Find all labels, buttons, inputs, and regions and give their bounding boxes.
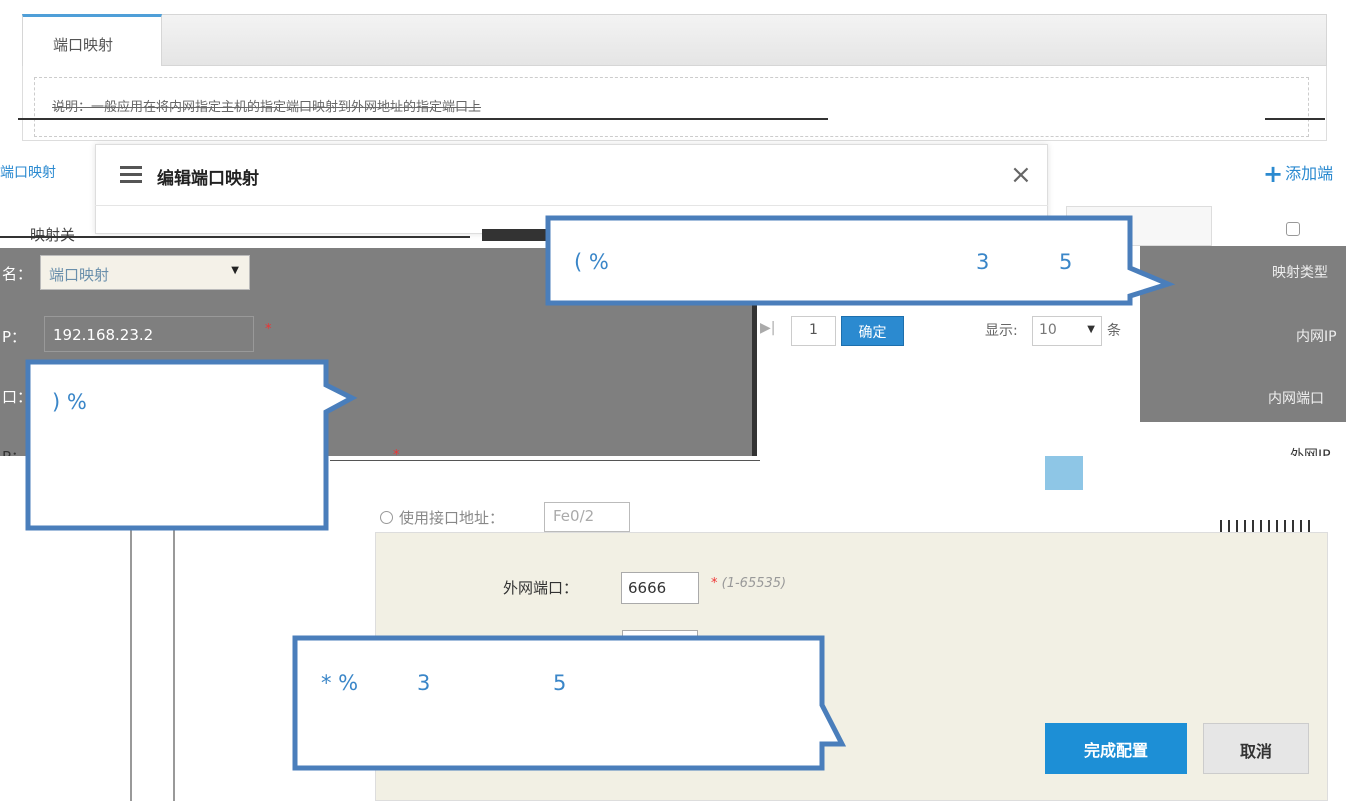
page-size-value: 10 bbox=[1039, 322, 1057, 338]
add-button[interactable]: + 添加端 bbox=[1263, 160, 1333, 188]
tab-label: 端口映射 bbox=[53, 36, 114, 54]
divider-line bbox=[173, 520, 175, 801]
callout-1-num: 3 bbox=[976, 250, 990, 274]
hamburger-icon bbox=[120, 166, 142, 184]
table-header-cell bbox=[1066, 206, 1212, 246]
internal-ip-input[interactable]: 192.168.23.2 bbox=[44, 316, 254, 352]
callout-3-num: 5 bbox=[553, 671, 567, 695]
divider-line bbox=[130, 520, 132, 801]
port-label: 口： bbox=[2, 388, 33, 406]
glitch-line bbox=[1265, 118, 1325, 120]
callout-3-num: 3 bbox=[417, 671, 431, 695]
right-label: 内网IP bbox=[1296, 329, 1337, 345]
glitch-line bbox=[18, 118, 828, 120]
ext-port-label: 外网端口： bbox=[503, 579, 579, 597]
tab-strip bbox=[22, 14, 1327, 66]
show-unit: 条 bbox=[1107, 323, 1121, 339]
required-mark: * bbox=[265, 322, 272, 337]
select-all-checkbox[interactable] bbox=[1286, 222, 1300, 236]
last-page-icon[interactable]: ▶| bbox=[760, 320, 775, 336]
glitch-block bbox=[1045, 456, 1083, 490]
note-text: 说明：一般应用在将内网指定主机的指定端口映射到外网地址的指定端口上 bbox=[52, 100, 482, 115]
radio-icon bbox=[380, 511, 393, 524]
dropdown-arrow-icon: ▼ bbox=[1087, 324, 1095, 335]
callout-1-num: 5 bbox=[1059, 250, 1073, 274]
use-interface-radio[interactable]: 使用接口地址： bbox=[380, 507, 504, 528]
dropdown-arrow-icon: ▼ bbox=[231, 265, 239, 276]
required-mark: * bbox=[393, 448, 400, 463]
range-hint: (1-65535) bbox=[721, 576, 787, 591]
interface-value: Fe0/2 bbox=[553, 507, 595, 525]
interface-select[interactable]: Fe0/2 bbox=[544, 502, 630, 532]
close-icon[interactable]: × bbox=[1010, 160, 1032, 190]
secondary-input[interactable] bbox=[622, 630, 698, 662]
glitch-line bbox=[0, 236, 470, 238]
table-header-fragment: 映射关 bbox=[30, 226, 76, 244]
tab-port-mapping[interactable]: 端口映射 bbox=[22, 14, 162, 67]
ext-port-hint: * (1-65535) bbox=[711, 576, 786, 591]
callout-1-text: ( % bbox=[574, 250, 609, 274]
page-number-input[interactable]: 1 bbox=[791, 316, 836, 346]
list-title: 端口映射 bbox=[0, 165, 56, 181]
cancel-button[interactable]: 取消 bbox=[1203, 723, 1309, 774]
glitch-block bbox=[482, 229, 552, 241]
type-select-value: 端口映射 bbox=[49, 266, 110, 284]
callout-2-text: ) % bbox=[52, 390, 87, 414]
go-button[interactable]: 确定 bbox=[841, 316, 904, 346]
page-size-select[interactable]: 10 ▼ bbox=[1032, 316, 1102, 346]
type-select[interactable]: 端口映射 ▼ bbox=[40, 255, 250, 290]
right-label: 映射类型 bbox=[1272, 265, 1328, 281]
callout-3-text: * % bbox=[321, 671, 359, 695]
glitch-band bbox=[0, 456, 1346, 522]
right-label: 内网端口 bbox=[1268, 391, 1324, 407]
add-label: 添加端 bbox=[1285, 164, 1334, 183]
show-label: 显示: bbox=[985, 323, 1018, 339]
required-mark: * bbox=[711, 576, 718, 591]
ext-port-input[interactable]: 6666 bbox=[621, 572, 699, 604]
type-label: 名： bbox=[2, 265, 33, 283]
plus-icon: + bbox=[1263, 160, 1284, 188]
ip-label: P： bbox=[2, 328, 27, 346]
finish-config-button[interactable]: 完成配置 bbox=[1045, 723, 1187, 774]
modal-title: 编辑端口映射 bbox=[157, 169, 259, 189]
use-interface-label: 使用接口地址： bbox=[399, 509, 505, 527]
